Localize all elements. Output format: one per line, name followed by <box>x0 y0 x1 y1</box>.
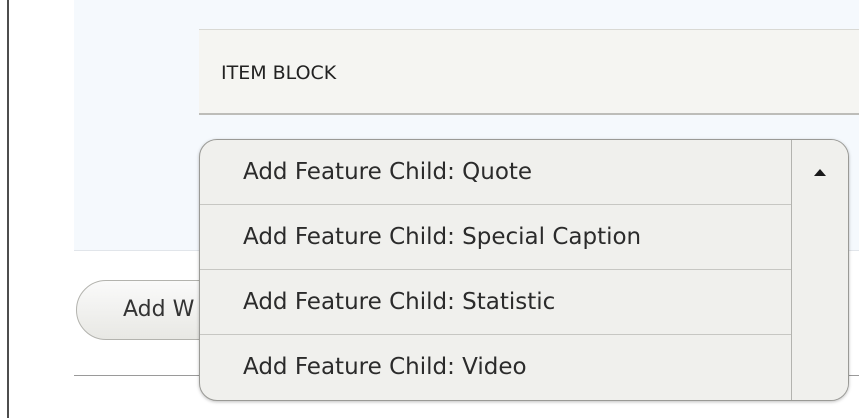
dropdown-option-statistic[interactable]: Add Feature Child: Statistic <box>200 270 791 335</box>
item-block-label: ITEM BLOCK <box>221 62 337 84</box>
dropdown-scroll-button[interactable] <box>791 140 848 400</box>
dropdown-option-video[interactable]: Add Feature Child: Video <box>200 335 791 400</box>
item-block-header: ITEM BLOCK <box>199 29 859 115</box>
dropdown-option-quote[interactable]: Add Feature Child: Quote <box>200 140 791 205</box>
add-feature-child-dropdown[interactable]: Add Feature Child: Quote Add Feature Chi… <box>199 139 849 401</box>
dropdown-option-label: Add Feature Child: Video <box>243 354 527 380</box>
dropdown-option-label: Add Feature Child: Statistic <box>243 289 556 315</box>
left-border-line <box>7 0 9 418</box>
dropdown-option-label: Add Feature Child: Quote <box>243 159 533 185</box>
add-button-label: Add W <box>123 297 195 322</box>
dropdown-options-list: Add Feature Child: Quote Add Feature Chi… <box>200 140 791 400</box>
chevron-up-icon <box>814 169 826 176</box>
dropdown-option-special-caption[interactable]: Add Feature Child: Special Caption <box>200 205 791 270</box>
dropdown-option-label: Add Feature Child: Special Caption <box>243 224 642 250</box>
